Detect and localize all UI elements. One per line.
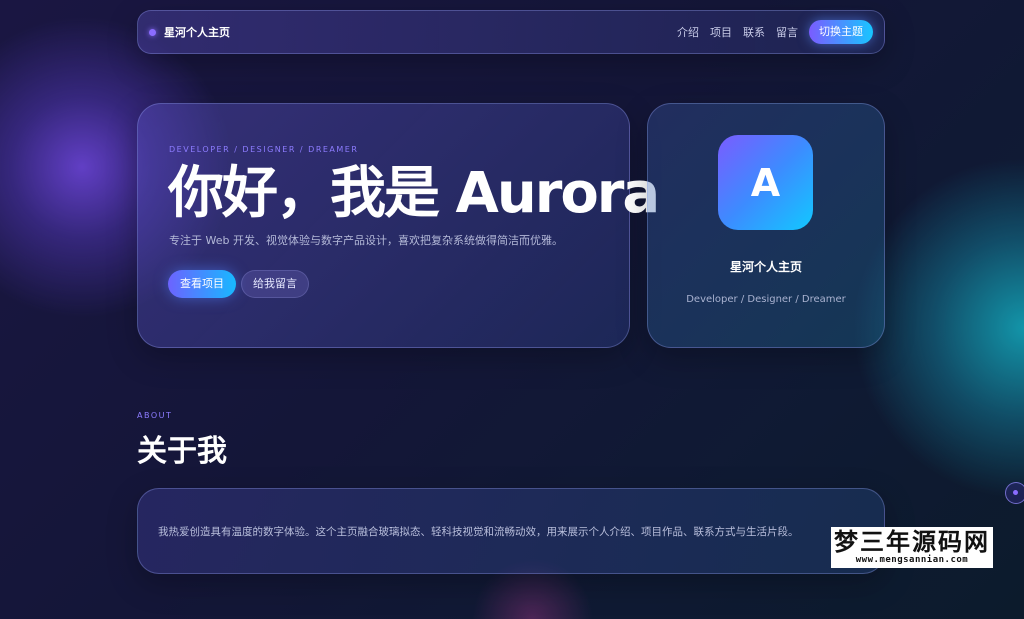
avatar: A (718, 135, 813, 230)
brand-title[interactable]: 星河个人主页 (164, 24, 230, 40)
hero-card: DEVELOPER / DESIGNER / DREAMER 你好，我是 Aur… (137, 103, 660, 348)
hero-subtitle: 专注于 Web 开发、视觉体验与数字产品设计，喜欢把复杂系统做得简洁而优雅。 (169, 234, 563, 247)
nav-links: 介绍 项目 联系 留言 切换主题 (677, 20, 884, 44)
nav-link-guestbook[interactable]: 留言 (776, 24, 798, 40)
brand-dot-icon (149, 28, 156, 36)
hero-eyebrow: DEVELOPER / DESIGNER / DREAMER (169, 145, 359, 154)
scroll-indicator-button[interactable] (1005, 482, 1024, 504)
profile-name: 星河个人主页 (729, 260, 802, 274)
about-text: 我热爱创造具有温度的数字体验。这个主页融合玻璃拟态、轻科技视觉和流畅动效，用来展… (158, 526, 799, 538)
profile-card: A 星河个人主页 Developer / Designer / Dreamer (647, 103, 885, 348)
nav-link-projects[interactable]: 项目 (710, 24, 732, 40)
nav-link-contact[interactable]: 联系 (743, 24, 765, 40)
view-projects-button[interactable]: 查看项目 (168, 270, 236, 298)
nav-link-intro[interactable]: 介绍 (677, 24, 699, 40)
top-nav: 星河个人主页 介绍 项目 联系 留言 切换主题 (137, 10, 885, 54)
profile-role: Developer / Designer / Dreamer (686, 294, 846, 305)
about-title: 关于我 (137, 434, 227, 469)
watermark-url: www.mengsannian.com (855, 555, 969, 565)
watermark-logo: 梦三年源码网 www.mengsannian.com (831, 527, 993, 568)
leave-message-button[interactable]: 给我留言 (241, 270, 309, 298)
hero-headline: 你好，我是 Aurora (168, 161, 660, 226)
watermark-title: 梦三年源码网 (834, 527, 990, 556)
about-eyebrow: ABOUT (137, 411, 173, 420)
toggle-theme-button[interactable]: 切换主题 (809, 20, 873, 44)
about-card: 我热爱创造具有温度的数字体验。这个主页融合玻璃拟态、轻科技视觉和流畅动效，用来展… (137, 488, 885, 574)
